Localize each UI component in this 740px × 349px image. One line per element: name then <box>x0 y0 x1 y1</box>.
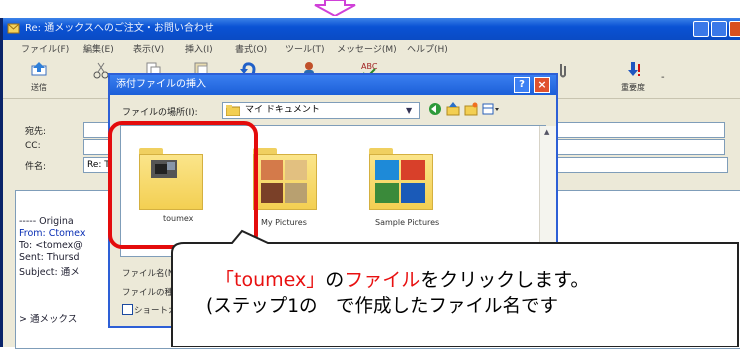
menu-help[interactable]: ヘルプ(H) <box>407 42 448 55</box>
help-button[interactable]: ? <box>514 77 530 93</box>
menu-tools[interactable]: ツール(T) <box>285 42 325 55</box>
back-icon[interactable] <box>428 102 442 116</box>
toolbar-overflow-icon[interactable]: - <box>661 72 665 83</box>
down-arrow-icon <box>314 0 356 16</box>
dialog-title: 添付ファイルの挿入 <box>116 79 206 90</box>
folder-sample-pictures[interactable] <box>369 148 433 210</box>
folder-label-sample-pictures: Sample Pictures <box>375 218 440 227</box>
new-folder-icon[interactable] <box>464 102 478 116</box>
minimize-button[interactable] <box>693 21 709 37</box>
callout-line-1: 「toumex」のファイルをクリックします。 <box>215 265 740 292</box>
body-from-line: From: Ctomex <box>19 228 86 239</box>
callout-tail: をクリックします。 <box>420 269 590 291</box>
menu-view[interactable]: 表示(V) <box>133 42 164 55</box>
folder-label-my-pictures: My Pictures <box>261 218 307 227</box>
send-icon <box>31 62 47 76</box>
folder-my-pictures[interactable] <box>253 148 317 210</box>
priority-label: 重要度 <box>621 83 645 92</box>
lookin-value: マイ ドキュメント <box>245 105 320 115</box>
cc-label: CC: <box>25 141 41 151</box>
menu-bar: ファイル(F) 編集(E) 表示(V) 挿入(I) 書式(O) ツール(T) メ… <box>3 40 740 56</box>
lookin-label: ファイルの場所(I): <box>122 108 198 118</box>
subject-label: 件名: <box>25 162 47 172</box>
body-original-line: ----- Origina <box>19 216 74 227</box>
callout-file: ファイル <box>344 269 421 291</box>
photo-thumbnails-icon <box>261 160 307 203</box>
chevron-down-icon: ▼ <box>406 106 413 115</box>
folder-icon <box>226 105 240 116</box>
dialog-titlebar: 添付ファイルの挿入 <box>110 75 556 95</box>
maximize-button[interactable] <box>711 21 727 37</box>
menu-message[interactable]: メッセージ(M) <box>337 42 397 55</box>
menu-format[interactable]: 書式(O) <box>235 42 267 55</box>
send-label: 送信 <box>31 83 47 92</box>
menu-insert[interactable]: 挿入(I) <box>185 42 213 55</box>
body-to-line: To: <tomex@ <box>19 240 83 251</box>
send-button[interactable]: 送信 <box>19 60 59 94</box>
callout-line-2: (ステップ1の で作成したファイル名です <box>206 296 558 317</box>
view-menu-icon[interactable] <box>482 102 500 116</box>
callout-toumex: 「toumex」 <box>215 269 326 291</box>
scroll-up-icon[interactable]: ▲ <box>544 128 549 136</box>
up-folder-icon[interactable] <box>446 102 460 116</box>
callout-no: の <box>325 269 345 291</box>
priority-button[interactable]: 重要度 <box>613 60 653 94</box>
menu-file[interactable]: ファイル(F) <box>21 42 69 55</box>
shortcut-checkbox[interactable] <box>122 304 133 315</box>
to-label: 宛先: <box>25 127 47 137</box>
window-close-button[interactable] <box>729 21 740 37</box>
window-titlebar: Re: 通メックスへのご注文・お問い合わせ <box>3 18 740 40</box>
mail-icon <box>7 23 20 34</box>
priority-icon <box>628 62 640 76</box>
window-title: Re: 通メックスへのご注文・お問い合わせ <box>25 23 214 34</box>
menu-edit[interactable]: 編集(E) <box>83 42 114 55</box>
body-quote-line: > 通メックス <box>19 314 78 325</box>
body-subject-line: Subject: 通メ <box>19 267 80 278</box>
sample-thumbnails-icon <box>375 160 425 203</box>
dialog-close-button[interactable]: × <box>534 77 550 93</box>
body-sent-line: Sent: Thursd <box>19 252 80 263</box>
lookin-dropdown[interactable]: マイ ドキュメント ▼ <box>222 102 420 119</box>
